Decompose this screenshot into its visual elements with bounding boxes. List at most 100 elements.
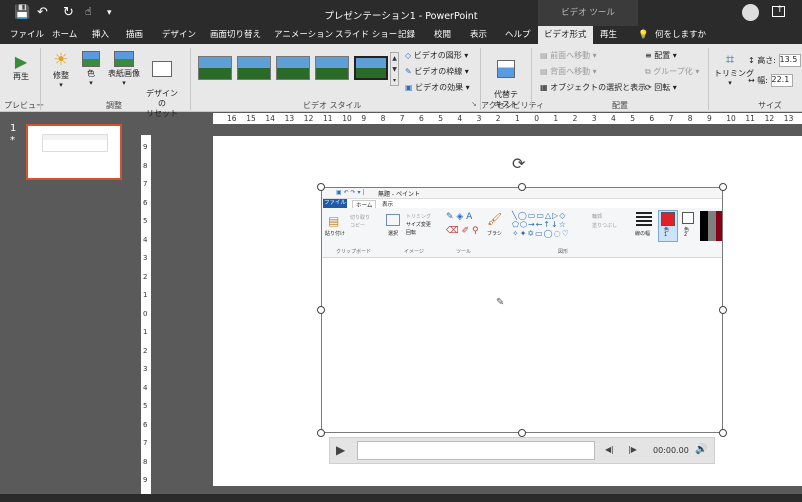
tab-insert[interactable]: 挿入 [92, 26, 109, 44]
resize-handle-bottom-right[interactable] [719, 429, 727, 437]
rotate-icon: ⟳ [645, 83, 652, 92]
resize-handle-bottom-left[interactable] [317, 429, 325, 437]
video-tools-context-title: ビデオ ツール [538, 0, 638, 26]
video-style-5[interactable] [354, 56, 388, 80]
ruler-tick-label: 5 [438, 114, 443, 123]
tab-help[interactable]: ヘルプ [505, 26, 531, 44]
paint-size-label: 線の幅 [635, 231, 651, 237]
shapes-icon: ◇ [405, 51, 412, 60]
video-style-1[interactable] [198, 56, 232, 80]
resize-handle-right[interactable] [719, 306, 727, 314]
height-control: ↕ 高さ: 13.5 [748, 54, 801, 67]
paint-fill: 塗りつぶし [592, 223, 618, 229]
ruler-tick-label: 11 [745, 114, 755, 123]
play-icon[interactable]: ▶ [336, 443, 345, 457]
ruler-tick-label: 4 [611, 114, 616, 123]
tab-review[interactable]: 校閲 [434, 26, 451, 44]
ruler-tick-label: 2 [572, 114, 578, 123]
sun-icon: ☀ [53, 50, 69, 70]
ruler-tick-label: 3 [591, 114, 597, 123]
selection-pane-button[interactable]: ▦ オブジェクトの選択と表示 [540, 82, 646, 93]
video-shape-label: ビデオの図形 [413, 51, 462, 60]
tab-design[interactable]: デザイン [162, 26, 196, 44]
video-object[interactable]: ▣ ↶ ↷ ▾ | 無題 - ペイント ファイル ホーム 表示 ▤ 貼り付け 切… [321, 187, 723, 433]
ruler-tick-label: 5 [143, 217, 148, 225]
video-style-2[interactable] [237, 56, 271, 80]
ruler-tick-label: 3 [143, 365, 148, 373]
tab-record[interactable]: 記録 [398, 26, 415, 44]
paint-outline: 輪郭 [592, 214, 603, 220]
resize-handle-top-left[interactable] [317, 183, 325, 191]
group-button[interactable]: ⧉ グループ化 ▾ [645, 66, 699, 77]
video-shape-button[interactable]: ◇ ビデオの図形 ▾ [405, 50, 468, 61]
send-backward-button[interactable]: ▤ 背面へ移動 ▾ [540, 66, 597, 77]
volume-icon[interactable]: 🔊 [695, 444, 707, 455]
vertical-ruler: 9 8 7 6 5 4 3 2 1 0 1 2 3 4 5 6 7 8 9 [141, 135, 151, 495]
step-forward-icon[interactable]: |▶ [628, 445, 637, 454]
ruler-tick-label: 9 [143, 143, 148, 151]
paint-tabs: ファイル ホーム 表示 [322, 199, 722, 210]
tab-draw[interactable]: 描画 [126, 26, 143, 44]
ruler-tick-label: 6 [419, 114, 424, 123]
reset-design-label: デザインの リセット [146, 89, 178, 118]
paint-color2-label: 色 2 [684, 227, 690, 238]
ribbon: ▶ 再生 プレビュー ☀ 修整 ▾ 色 ▾ 表紙画像 ▾ デザインの リセット … [0, 44, 802, 118]
height-icon: ↕ [748, 56, 755, 65]
paint-color1-swatch [661, 212, 675, 226]
play-preview-label: 再生 [13, 72, 29, 81]
ruler-tick-label: 5 [143, 402, 148, 410]
bring-forward-icon: ▤ [540, 51, 548, 60]
play-icon: ▶ [14, 52, 28, 71]
ruler-tick-label: 6 [143, 420, 148, 429]
corrections-button[interactable]: ☀ 修整 ▾ [48, 50, 74, 89]
video-border-button[interactable]: ✎ ビデオの枠線 ▾ [405, 66, 469, 77]
color-button[interactable]: 色 ▾ [80, 50, 102, 87]
trim-button[interactable]: ⌗ トリミング ▾ [714, 50, 754, 87]
reset-design-button[interactable]: デザインの リセット [143, 50, 181, 129]
height-input[interactable]: 13.5 [778, 54, 801, 67]
align-button[interactable]: ≡ 配置 ▾ [645, 50, 677, 61]
user-avatar[interactable] [742, 4, 759, 21]
ruler-tick-label: 8 [687, 114, 693, 123]
resize-handle-top[interactable] [518, 183, 526, 191]
tab-animations[interactable]: アニメーション [274, 26, 333, 44]
ribbon-display-icon[interactable]: ↑ [772, 5, 785, 17]
resize-handle-bottom[interactable] [518, 429, 526, 437]
tab-transitions[interactable]: 画面切り替え [210, 26, 261, 44]
video-style-4[interactable] [315, 56, 349, 80]
play-preview-button[interactable]: ▶ 再生 [9, 52, 33, 82]
rotate-label: 回転 [654, 83, 671, 92]
video-border-label: ビデオの枠線 [414, 67, 463, 76]
ruler-tick-label: 3 [143, 254, 148, 262]
corrections-label: 修整 [53, 71, 69, 80]
step-back-icon[interactable]: ◀| [605, 445, 614, 454]
trim-label: トリミング [714, 69, 754, 78]
tab-slideshow[interactable]: スライド ショー [335, 26, 397, 44]
slide-thumbnail-1[interactable] [26, 124, 122, 180]
bring-forward-button[interactable]: ▤ 前面へ移動 ▾ [540, 50, 597, 61]
seek-bar[interactable] [357, 441, 595, 460]
paint-tools-icons-row2: ⌫ ✐ ⚲ [446, 226, 479, 236]
width-icon: ↔ [748, 76, 755, 85]
ruler-tick-label: 7 [668, 114, 674, 123]
tell-me-search[interactable]: 何をしますか [655, 26, 706, 44]
tab-file[interactable]: ファイル [10, 26, 44, 44]
lightbulb-icon: 💡 [638, 30, 649, 40]
dialog-launcher-icon[interactable]: ↘ [471, 100, 477, 108]
selection-pane-label: オブジェクトの選択と表示 [550, 83, 647, 92]
tab-playback[interactable]: 再生 [600, 26, 617, 44]
resize-handle-top-right[interactable] [719, 183, 727, 191]
rotate-handle-icon[interactable]: ⟳ [512, 154, 525, 173]
tab-home[interactable]: ホーム [52, 26, 77, 44]
ruler-tick-label: 6 [649, 114, 655, 123]
video-style-3[interactable] [276, 56, 310, 80]
rotate-button[interactable]: ⟳ 回転 ▾ [645, 82, 677, 93]
paint-tools-icons: ✎ ◈ A [446, 212, 473, 222]
resize-handle-left[interactable] [317, 306, 325, 314]
width-input[interactable]: 22.1 [770, 74, 793, 87]
tab-view[interactable]: 表示 [470, 26, 487, 44]
tab-video-format[interactable]: ビデオ形式 [538, 26, 593, 44]
poster-frame-button[interactable]: 表紙画像 ▾ [107, 50, 141, 87]
gallery-scroll[interactable]: ▲ ▼ ▾ [390, 52, 399, 86]
video-effects-button[interactable]: ▣ ビデオの効果 ▾ [405, 82, 470, 93]
